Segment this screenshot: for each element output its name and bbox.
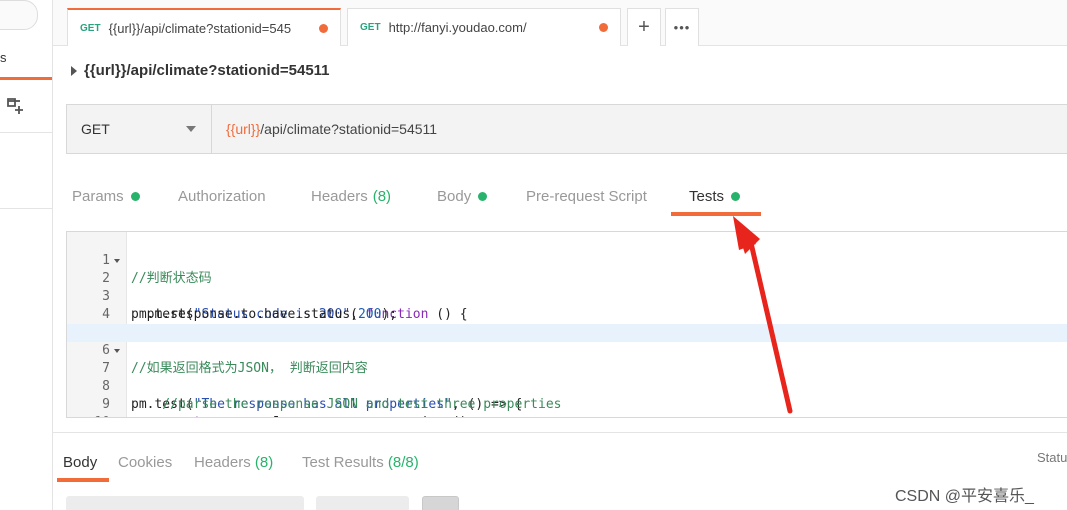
- code-text: const responseJson = pm.response.json();: [131, 414, 475, 417]
- fold-arrow-icon[interactable]: [114, 259, 120, 263]
- tab-label: Body: [437, 188, 472, 205]
- tab-count: (8): [254, 454, 274, 471]
- tab-label: Authorization: [178, 188, 266, 205]
- tab-body[interactable]: Body: [437, 188, 488, 205]
- url-bar: GET {{url}}/api/climate?stationid=54511: [66, 104, 1067, 154]
- code-line: 2 pm.test("Status code is 200", function…: [67, 252, 1067, 322]
- response-view-select[interactable]: [316, 496, 409, 510]
- tab-label: Pre-request Script: [526, 188, 647, 205]
- folder-plus-icon[interactable]: [6, 96, 26, 116]
- code-line: 10 pm.expect(responseJson.code).to.eql(0…: [67, 396, 1067, 417]
- line-number: 10: [67, 414, 110, 417]
- response-tab-cookies[interactable]: Cookies: [118, 454, 172, 471]
- sidebar-divider: [0, 208, 52, 209]
- watermark: CSDN @平安喜乐_: [895, 488, 1034, 505]
- code-line: 8 //parse the response JSON and test thr…: [67, 360, 1067, 412]
- caret-right-icon[interactable]: [71, 65, 77, 76]
- response-divider: [53, 432, 1067, 433]
- response-tab-body[interactable]: Body: [63, 454, 97, 471]
- status-dot-icon: [478, 192, 488, 201]
- new-tab-button[interactable]: +: [627, 8, 661, 46]
- code-line: 5: [67, 306, 1067, 340]
- more-tabs-button[interactable]: •••: [665, 8, 699, 46]
- active-tab-indicator: [671, 212, 761, 216]
- fold-arrow-icon[interactable]: [114, 349, 120, 353]
- tab-label: Tests: [689, 188, 725, 205]
- tab-label: Test Results: [302, 454, 384, 471]
- response-active-tab-indicator: [57, 478, 109, 482]
- response-tab-headers[interactable]: Headers (8): [194, 454, 273, 471]
- tab-title: {{url}}/api/climate?stationid=545: [108, 20, 292, 36]
- url-path: /api/climate?stationid=54511: [260, 121, 438, 137]
- tab-label: Headers: [311, 188, 368, 205]
- code-line: 9 const responseJson = pm.response.json(…: [67, 378, 1067, 417]
- response-status-label: Statu: [1037, 450, 1067, 465]
- response-format-select[interactable]: [66, 496, 304, 510]
- tests-code-editor[interactable]: 1 //判断状态码 2 pm.test("Status code is 200"…: [66, 231, 1067, 418]
- url-variable: {{url}}: [226, 121, 261, 137]
- tab-label: Params: [72, 188, 124, 205]
- request-tab-climate[interactable]: GET {{url}}/api/climate?stationid=545: [67, 8, 341, 46]
- method-select-value: GET: [81, 121, 110, 137]
- tab-authorization[interactable]: Authorization: [178, 188, 266, 205]
- chevron-down-icon: [186, 126, 196, 132]
- tab-tests[interactable]: Tests: [689, 188, 741, 205]
- sidebar: s: [0, 0, 53, 510]
- sidebar-tab-indicator: [0, 77, 52, 80]
- code-line: 1 //判断状态码: [67, 234, 1067, 286]
- tab-headers[interactable]: Headers (8): [311, 188, 391, 205]
- tab-method-badge: GET: [360, 22, 381, 33]
- status-dot-icon: [731, 192, 741, 201]
- code-line-highlighted: 6 //如果返回格式为JSON， 判断返回内容: [67, 324, 1067, 376]
- request-tab-bar: GET {{url}}/api/climate?stationid=545 GE…: [53, 0, 1067, 46]
- wrap-lines-button[interactable]: [422, 496, 459, 510]
- tab-method-badge: GET: [80, 22, 101, 34]
- plus-icon: +: [638, 16, 650, 38]
- unsaved-dot-icon: [319, 23, 328, 33]
- tab-label: Headers: [194, 454, 251, 471]
- more-icon: •••: [673, 20, 691, 35]
- code-line: 3 pm.response.to.have.status(200);: [67, 270, 1067, 322]
- unsaved-dot-icon: [599, 23, 608, 32]
- request-name-label: {{url}}/api/climate?stationid=54511: [84, 62, 330, 79]
- code-line: 7 pm.test("The response has all properti…: [67, 342, 1067, 412]
- code-line: 4 });: [67, 288, 1067, 340]
- sidebar-tab[interactable]: s: [0, 50, 52, 65]
- main-panel: GET {{url}}/api/climate?stationid=545 GE…: [53, 0, 1067, 510]
- tab-title: http://fanyi.youdao.com/: [388, 20, 527, 35]
- tab-count: (8): [372, 188, 392, 205]
- tab-count: (8/8): [387, 454, 419, 471]
- response-tab-test-results[interactable]: Test Results (8/8): [302, 454, 419, 471]
- sidebar-search-input[interactable]: [0, 0, 38, 30]
- sidebar-divider: [0, 132, 52, 133]
- method-select[interactable]: GET: [67, 105, 212, 153]
- tab-params[interactable]: Params: [72, 188, 140, 205]
- sidebar-tab-label: s: [0, 50, 7, 65]
- tab-pre-request-script[interactable]: Pre-request Script: [526, 188, 647, 205]
- url-input[interactable]: {{url}}/api/climate?stationid=54511: [212, 105, 1067, 153]
- request-name[interactable]: {{url}}/api/climate?stationid=54511: [71, 62, 330, 79]
- request-tab-youdao[interactable]: GET http://fanyi.youdao.com/: [347, 8, 621, 46]
- status-dot-icon: [130, 192, 140, 201]
- request-subtabs: Params Authorization Headers (8) Body Pre…: [53, 180, 1067, 216]
